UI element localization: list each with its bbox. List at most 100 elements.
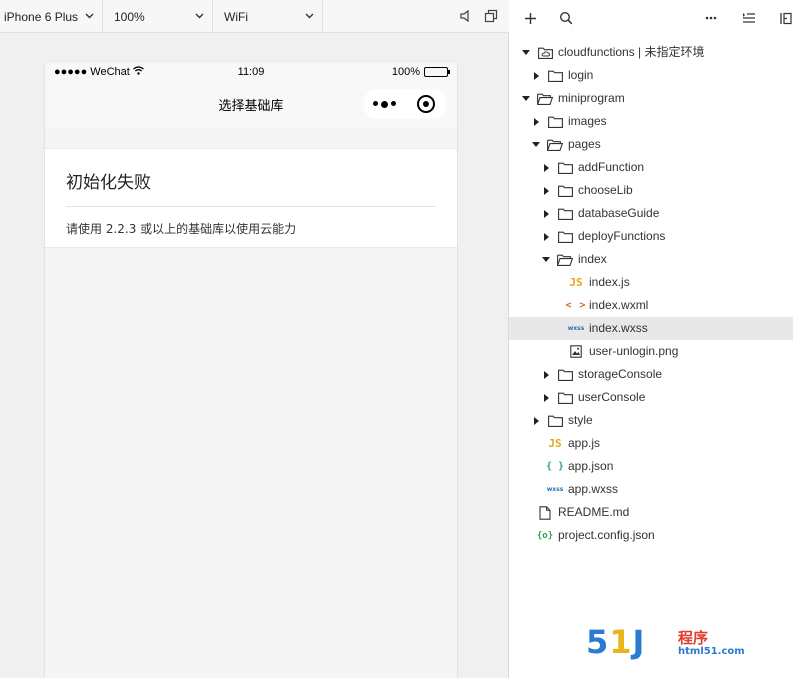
chevron-right-icon[interactable]	[541, 163, 551, 173]
tree-item-app-json[interactable]: { } app.json	[509, 455, 793, 478]
file-icon	[537, 505, 553, 520]
tree-item-label: storageConsole	[578, 367, 663, 381]
watermark-url: html51.com	[678, 646, 745, 657]
tree-item-label: README.md	[558, 505, 630, 519]
tree-item-index[interactable]: index	[509, 248, 793, 271]
chevron-right-icon[interactable]	[531, 416, 541, 426]
tree-item-app-wxss[interactable]: wxss app.wxss	[509, 478, 793, 501]
network-select[interactable]: WiFi	[213, 0, 323, 33]
tree-item-login[interactable]: login	[509, 64, 793, 87]
zoom-select-value: 100%	[114, 9, 145, 24]
tree-item-addfunction[interactable]: addFunction	[509, 156, 793, 179]
json-file-icon: { }	[545, 461, 565, 472]
add-file-icon[interactable]	[522, 10, 538, 26]
folder-open-icon	[557, 253, 573, 267]
chevron-right-icon[interactable]	[541, 370, 551, 380]
tree-item-project-config-json[interactable]: {o} project.config.json	[509, 524, 793, 547]
tree-item-chooselib[interactable]: chooseLib	[509, 179, 793, 202]
chevron-right-icon[interactable]	[531, 71, 541, 81]
chevron-right-icon[interactable]	[541, 232, 551, 242]
folder-icon	[547, 414, 563, 428]
folder-icon	[557, 161, 573, 175]
outline-icon[interactable]	[741, 10, 757, 26]
tree-item-label: style	[568, 413, 593, 427]
chevron-down-icon[interactable]	[521, 94, 531, 104]
network-select-value: WiFi	[224, 9, 248, 24]
tree-item-databaseguide[interactable]: databaseGuide	[509, 202, 793, 225]
tree-item-pages[interactable]: pages	[509, 133, 793, 156]
device-select[interactable]: iPhone 6 Plus	[0, 0, 103, 33]
folder-icon	[557, 391, 573, 405]
tree-item-index-wxml[interactable]: < > index.wxml	[509, 294, 793, 317]
tree-item-userconsole[interactable]: userConsole	[509, 386, 793, 409]
zoom-select[interactable]: 100%	[103, 0, 213, 33]
chevron-down-icon[interactable]	[531, 140, 541, 150]
tree-item-label: app.json	[568, 459, 614, 473]
tree-item-label: images	[568, 114, 607, 128]
site-watermark-logo: 51J 程序 html51.com	[586, 624, 756, 660]
split-panel-icon[interactable]	[777, 10, 793, 26]
mute-icon[interactable]	[458, 8, 474, 24]
tree-item-label: index.wxss	[589, 321, 648, 335]
chevron-down-icon[interactable]	[541, 255, 551, 265]
image-file-icon	[568, 345, 584, 359]
navigation-bar: 选择基础库	[45, 83, 457, 128]
tree-item-index-js[interactable]: JS index.js	[509, 271, 793, 294]
folder-icon	[547, 115, 563, 129]
search-icon[interactable]	[558, 10, 574, 26]
folder-open-icon	[537, 92, 553, 106]
error-title: 初始化失败	[66, 173, 151, 193]
chevron-down-icon	[85, 11, 94, 22]
watermark-text: 程序	[678, 629, 709, 647]
folder-icon	[557, 368, 573, 382]
more-icon[interactable]	[703, 10, 719, 26]
tree-item-user-unlogin-png[interactable]: user-unlogin.png	[509, 340, 793, 363]
tree-item-style[interactable]: style	[509, 409, 793, 432]
chevron-right-icon[interactable]	[541, 186, 551, 196]
tree-item-deployfunctions[interactable]: deployFunctions	[509, 225, 793, 248]
wxss-file-icon: wxss	[546, 486, 564, 493]
tree-item-app-js[interactable]: JS app.js	[509, 432, 793, 455]
tree-item-label: chooseLib	[578, 183, 633, 197]
js-file-icon: JS	[548, 437, 562, 450]
tree-item-readme-md[interactable]: README.md	[509, 501, 793, 524]
menu-capsule	[363, 89, 447, 119]
tree-item-miniprogram[interactable]: miniprogram	[509, 87, 793, 110]
tree-item-label: project.config.json	[558, 528, 655, 542]
tree-item-label: userConsole	[578, 390, 646, 404]
tree-item-images[interactable]: images	[509, 110, 793, 133]
chevron-right-icon[interactable]	[541, 393, 551, 403]
tree-item-label: app.wxss	[568, 482, 619, 496]
config-file-icon: {o}	[536, 530, 554, 541]
tree-item-label: databaseGuide	[578, 206, 660, 220]
tree-item-index-wxss[interactable]: wxss index.wxss	[509, 317, 793, 340]
divider	[66, 206, 436, 207]
close-miniprogram-icon[interactable]	[405, 95, 447, 113]
chevron-right-icon[interactable]	[541, 209, 551, 219]
tree-item-cloudfunctions[interactable]: cloudfunctions | 未指定环境	[509, 41, 793, 64]
js-file-icon: JS	[569, 276, 583, 289]
simulator-panel: iPhone 6 Plus 100% WiFi ●●●●● WeChat 11:…	[0, 0, 509, 678]
device-select-value: iPhone 6 Plus	[4, 9, 79, 24]
more-icon[interactable]	[363, 100, 405, 108]
tree-item-storageconsole[interactable]: storageConsole	[509, 363, 793, 386]
folder-icon	[557, 184, 573, 198]
watermark-digits: 51J	[586, 623, 646, 661]
battery-percent: 100%	[391, 66, 420, 78]
tree-item-label: user-unlogin.png	[589, 344, 679, 358]
tree-item-label: cloudfunctions | 未指定环境	[558, 45, 705, 59]
chevron-down-icon[interactable]	[521, 48, 531, 58]
cloud-folder-icon	[537, 46, 553, 60]
chevron-right-icon[interactable]	[531, 117, 541, 127]
detach-window-icon[interactable]	[483, 8, 499, 24]
tree-item-label: addFunction	[578, 160, 645, 174]
file-explorer: cloudfunctions | 未指定环境 login miniprogram im…	[509, 0, 793, 678]
phone-screen: ●●●●● WeChat 11:09 100% 选择基础库 初始化失败 请使用 …	[44, 63, 458, 678]
error-message: 请使用 2.2.3 或以上的基础库以使用云能力	[66, 222, 297, 236]
file-tree: cloudfunctions | 未指定环境 login miniprogram im…	[509, 41, 793, 547]
